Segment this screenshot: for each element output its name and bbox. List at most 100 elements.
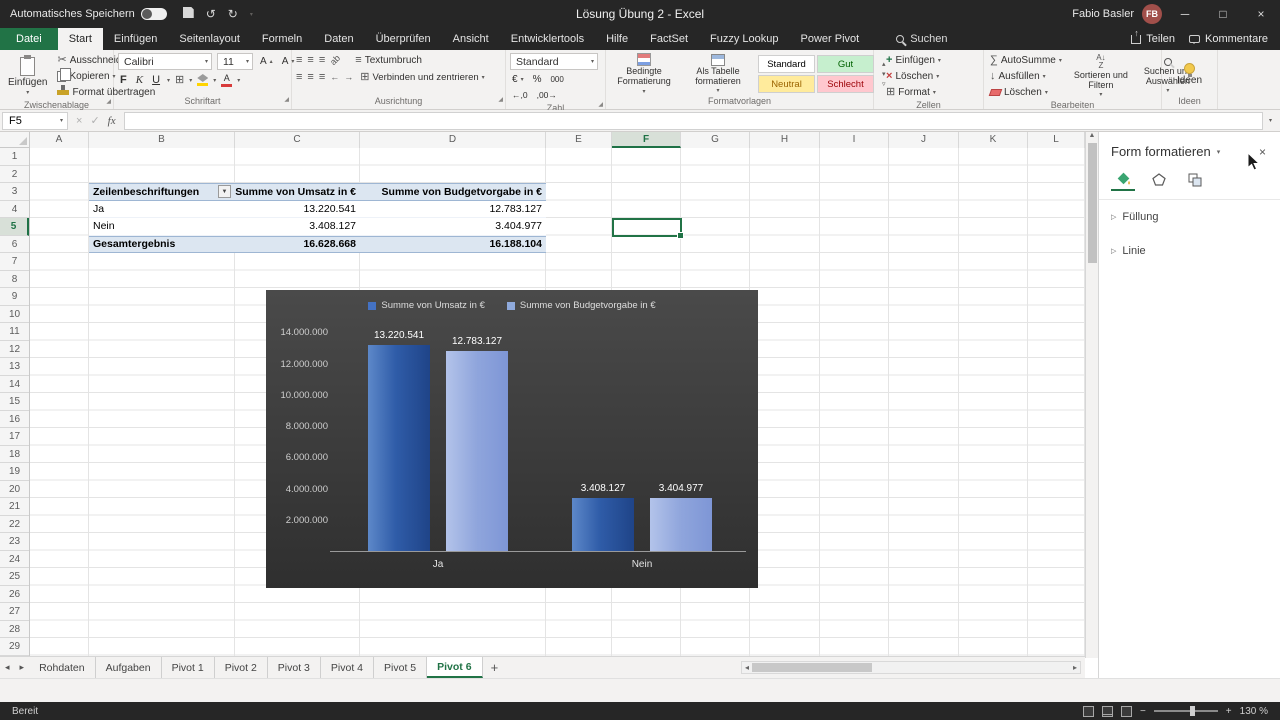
zoom-out-icon[interactable]: − <box>1140 706 1146 717</box>
column-header-H[interactable]: H <box>750 132 820 148</box>
formula-input[interactable] <box>123 111 1263 130</box>
paste-button[interactable]: Einfügen ▾ <box>4 53 51 99</box>
bar-ja-series-1[interactable] <box>368 344 430 551</box>
column-header-C[interactable]: C <box>235 132 360 148</box>
redo-button[interactable]: ↻ <box>222 7 244 21</box>
fill-color-button[interactable] <box>197 74 209 86</box>
row-header-14[interactable]: 14 <box>0 376 29 393</box>
bold-button[interactable]: F <box>118 73 129 87</box>
minimize-button[interactable]: ─ <box>1170 0 1200 28</box>
autosum-button[interactable]: ∑ AutoSumme ▾ <box>988 53 1064 67</box>
column-header-F[interactable]: F <box>612 132 681 148</box>
clipboard-dialog-launcher-icon[interactable]: ◢ <box>106 96 111 108</box>
borders-icon[interactable]: ⊞ <box>175 74 184 86</box>
column-header-E[interactable]: E <box>546 132 612 148</box>
font-size-select[interactable]: 11 ▾ <box>217 53 253 70</box>
tab-entwicklertools[interactable]: Entwicklertools <box>500 28 595 50</box>
clear-button[interactable]: Löschen ▾ <box>988 85 1064 99</box>
tab-fuzzy-lookup[interactable]: Fuzzy Lookup <box>699 28 789 50</box>
pivot-cell[interactable]: 3.404.977 <box>360 218 546 235</box>
column-header-J[interactable]: J <box>889 132 959 148</box>
underline-button[interactable]: U <box>150 73 162 87</box>
style-neutral[interactable]: Neutral <box>758 75 815 93</box>
pivot-cell[interactable]: 12.783.127 <box>360 201 546 218</box>
sheet-tab-aufgaben[interactable]: Aufgaben <box>96 657 162 678</box>
accounting-format-button[interactable]: € ▾ <box>510 72 526 86</box>
insert-cells-button[interactable]: + Einfügen ▾ <box>884 53 943 67</box>
row-header-25[interactable]: 25 <box>0 568 29 586</box>
column-header-B[interactable]: B <box>89 132 235 148</box>
format-as-table-button[interactable]: Als Tabelle formatieren ▾ <box>684 53 752 95</box>
new-sheet-button[interactable]: + <box>483 657 507 678</box>
confirm-entry-icon[interactable]: ✓ <box>90 114 99 127</box>
style-standard[interactable]: Standard <box>758 55 815 73</box>
pivot-cell[interactable]: Gesamtergebnis <box>89 237 235 253</box>
delete-cells-button[interactable]: × Löschen ▾ <box>884 69 941 83</box>
zoom-slider[interactable] <box>1153 706 1218 716</box>
alignment-dialog-launcher-icon[interactable]: ◢ <box>498 94 503 106</box>
pivot-cell[interactable]: Summe von Umsatz in € <box>235 184 360 200</box>
tab-factset[interactable]: FactSet <box>639 28 699 50</box>
font-dialog-launcher-icon[interactable]: ◢ <box>284 94 289 106</box>
row-header-24[interactable]: 24 <box>0 551 29 568</box>
decrease-indent-icon[interactable]: ← <box>330 72 339 82</box>
conditional-formatting-button[interactable]: Bedingte Formatierung ▾ <box>610 53 678 95</box>
sort-filter-button[interactable]: A↓ Z Sortieren und Filtern ▾ <box>1069 53 1133 99</box>
italic-button[interactable]: K <box>134 73 145 87</box>
row-header-22[interactable]: 22 <box>0 516 29 533</box>
column-header-I[interactable]: I <box>820 132 889 148</box>
row-header-9[interactable]: 9 <box>0 288 29 306</box>
pivot-cell[interactable]: 13.220.541 <box>235 201 360 218</box>
size-properties-tab-icon[interactable] <box>1183 169 1207 191</box>
user-name[interactable]: Fabio Basler <box>1072 8 1134 20</box>
row-header-16[interactable]: 16 <box>0 411 29 428</box>
row-header-3[interactable]: 3 <box>0 183 29 201</box>
zoom-in-icon[interactable]: + <box>1226 706 1232 717</box>
align-top-icon[interactable]: ≡ <box>296 54 302 66</box>
restore-button[interactable]: □ <box>1208 0 1238 28</box>
font-color-button[interactable]: A <box>221 73 233 87</box>
name-box[interactable]: F5 ▾ <box>2 111 68 130</box>
align-center-icon[interactable]: ≡ <box>307 71 313 83</box>
column-header-D[interactable]: D <box>360 132 546 148</box>
pivot-cell[interactable]: Zeilenbeschriftungen ▼ <box>89 184 235 200</box>
format-cells-button[interactable]: ⊞ Format ▾ <box>884 85 938 99</box>
selected-cell-f5[interactable] <box>612 218 684 238</box>
section-fill[interactable]: ▷ Füllung <box>1099 200 1280 234</box>
sheet-tab-pivot-5[interactable]: Pivot 5 <box>374 657 428 678</box>
row-header-27[interactable]: 27 <box>0 603 29 621</box>
style-gut[interactable]: Gut <box>817 55 874 73</box>
bar-nein-series-2[interactable] <box>650 497 712 551</box>
bar-nein-series-1[interactable] <box>572 497 634 551</box>
sheet-tab-rohdaten[interactable]: Rohdaten <box>29 657 96 678</box>
tab-daten[interactable]: Daten <box>313 28 364 50</box>
pivot-cell[interactable]: 16.628.668 <box>235 237 360 253</box>
pivot-cell[interactable]: Summe von Budgetvorgabe in € <box>360 184 546 200</box>
row-header-6[interactable]: 6 <box>0 236 29 253</box>
horizontal-scrollbar-thumb[interactable] <box>752 663 873 672</box>
tab-formeln[interactable]: Formeln <box>251 28 313 50</box>
legend-item[interactable]: Summe von Budgetvorgabe in € <box>506 300 656 311</box>
row-header-17[interactable]: 17 <box>0 428 29 446</box>
select-all-corner[interactable] <box>0 132 30 148</box>
ideas-button[interactable]: Ideen <box>1173 53 1206 95</box>
row-header-20[interactable]: 20 <box>0 481 29 498</box>
align-middle-icon[interactable]: ≡ <box>307 54 313 66</box>
pane-options-caret-icon[interactable]: ▾ <box>1217 148 1221 156</box>
tab-start[interactable]: Start <box>57 28 103 50</box>
sheet-tab-pivot-3[interactable]: Pivot 3 <box>268 657 321 678</box>
percent-style-button[interactable]: % <box>531 72 544 86</box>
qat-customize-icon[interactable]: ▾ <box>244 11 259 18</box>
close-button[interactable]: × <box>1246 0 1276 28</box>
sheet-tab-pivot-4[interactable]: Pivot 4 <box>321 657 375 678</box>
scroll-up-icon[interactable]: ▲ <box>1089 132 1096 139</box>
row-header-8[interactable]: 8 <box>0 271 29 288</box>
cells-area[interactable]: Zeilenbeschriftungen ▼ Summe von Umsatz in… <box>30 148 1085 656</box>
comments-button[interactable]: Kommentare <box>1189 33 1268 45</box>
page-layout-view-icon[interactable] <box>1101 705 1113 717</box>
pivot-chart[interactable]: Summe von Umsatz in € Summe von Budgetvor… <box>266 290 758 588</box>
row-header-5[interactable]: 5 <box>0 218 29 236</box>
row-header-19[interactable]: 19 <box>0 463 29 481</box>
decrease-decimal-button[interactable]: ,00→ <box>535 88 559 102</box>
row-header-15[interactable]: 15 <box>0 393 29 411</box>
